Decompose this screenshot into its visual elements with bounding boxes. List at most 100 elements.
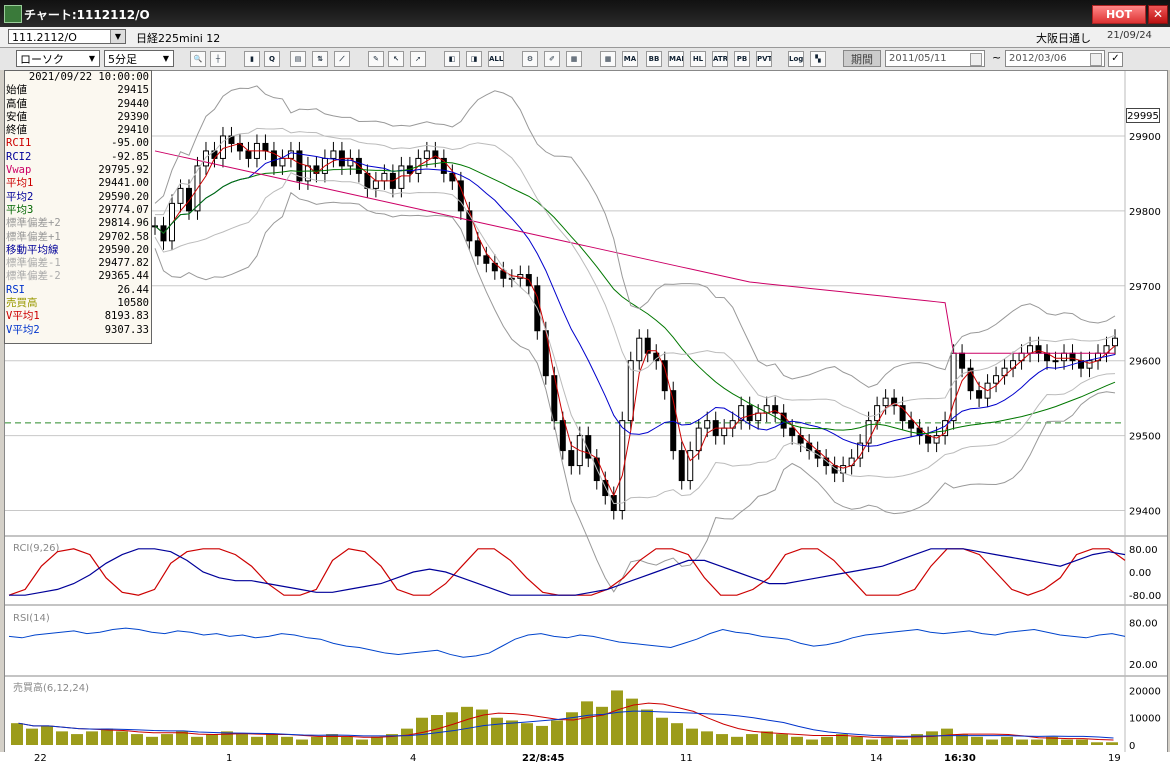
volume-bar (761, 731, 773, 745)
volume-bar (371, 736, 383, 745)
calendar-icon[interactable] (970, 53, 982, 66)
bar-mid-icon[interactable]: ◨ (466, 51, 482, 67)
info-row: 移動平均線 29590.20 (5, 244, 151, 257)
calendar-icon[interactable] (1090, 53, 1102, 66)
info-row-value: 26.44 (117, 283, 149, 296)
period-button[interactable]: 期間 (843, 50, 881, 67)
date-from-field[interactable]: 2011/05/11 (885, 50, 985, 67)
info-row-label: V平均1 (6, 310, 40, 323)
exchange-label: 大阪日通し (1036, 32, 1091, 45)
volume-bar (581, 701, 593, 745)
log-icon[interactable]: Log (788, 51, 804, 67)
rci-fast-line (8, 548, 1126, 596)
x-axis-label: 16:30 (944, 753, 976, 764)
close-button[interactable]: ✕ (1148, 5, 1168, 24)
candle-body (185, 187, 192, 212)
info-row-value: 29441.00 (98, 177, 149, 190)
candle-body (729, 420, 736, 429)
pencil-icon[interactable]: ✎ (368, 51, 384, 67)
volume-bar (791, 736, 803, 745)
volume-bar (851, 736, 863, 745)
info-row-label: 平均3 (6, 203, 34, 216)
color-icon[interactable]: ▦ (566, 51, 582, 67)
rsi-tick-label: 20.00 (1129, 660, 1158, 671)
search-chart-icon[interactable]: Q (264, 51, 280, 67)
candle-body (704, 420, 711, 429)
info-row: RCI2 -92.85 (5, 151, 151, 164)
info-row-label: 始値 (6, 84, 27, 97)
info-row: V平均1 8193.83 (5, 310, 151, 323)
volume-bar (281, 736, 293, 745)
volume-bar (506, 720, 518, 745)
info-row-value: 9307.33 (104, 323, 149, 336)
pvt-icon[interactable]: PVT (756, 51, 772, 67)
ma-icon[interactable]: MA (622, 51, 638, 67)
cursor-icon[interactable]: ↖ (388, 51, 404, 67)
settings-icon[interactable]: ⚙ (522, 51, 538, 67)
candle-body (636, 337, 643, 362)
info-datetime: 2021/09/22 10:00:00 (28, 71, 149, 83)
chevron-down-icon[interactable]: ▼ (160, 52, 172, 65)
volume-label: 売買高(6,12,24) (13, 681, 89, 694)
info-row: 高値 29440 (5, 98, 151, 111)
volume-bar (266, 734, 278, 745)
date-to-field[interactable]: 2012/03/06 (1005, 50, 1105, 67)
symbol-select[interactable]: 111.2112/O ▼ (8, 29, 126, 44)
info-row-value: 10580 (117, 297, 149, 310)
info-row: 標準偏差+1 29702.58 (5, 231, 151, 244)
chart-icon[interactable]: ▤ (290, 51, 306, 67)
chart-type-select[interactable]: ローソク ▼ (16, 50, 100, 67)
x-axis-label: 11 (680, 753, 693, 764)
interval-select[interactable]: 5分足 ▼ (104, 50, 174, 67)
ruler-icon[interactable]: ⟋ (334, 51, 350, 67)
arrow-icon[interactable]: ➚ (410, 51, 426, 67)
info-row-value: -92.85 (111, 150, 149, 163)
info-row: 始値 29415 (5, 84, 151, 97)
volume-bar (746, 734, 758, 745)
pb-icon[interactable]: PB (734, 51, 750, 67)
volume-bar (206, 734, 218, 745)
info-row: 標準偏差-2 29365.44 (5, 270, 151, 283)
volume-bar (986, 739, 998, 745)
candle-body (372, 180, 379, 189)
period-checkbox[interactable]: ✓ (1108, 52, 1123, 67)
candle-body (483, 255, 490, 264)
mae-icon[interactable]: MAE (668, 51, 684, 67)
bar-left-icon[interactable]: ◧ (444, 51, 460, 67)
tool-icon[interactable]: ✐ (544, 51, 560, 67)
atr-icon[interactable]: ATR (712, 51, 728, 67)
all-icon[interactable]: ALL (488, 51, 504, 67)
updown-icon[interactable]: ⇅ (312, 51, 328, 67)
table-icon[interactable]: ▦ (600, 51, 616, 67)
candle-icon[interactable]: ▮ (244, 51, 260, 67)
price-tick-label: 29800 (1129, 207, 1161, 218)
app-icon (4, 5, 22, 23)
price-tick-label: 29500 (1129, 432, 1161, 443)
zoom-icon[interactable]: 🔍 (190, 51, 206, 67)
chevron-down-icon[interactable]: ▼ (110, 30, 125, 43)
split-icon[interactable]: ▚ (810, 51, 826, 67)
info-row-label: 安値 (6, 110, 27, 123)
chart-canvas[interactable]: 29900 29800 29700 29600 29500 29400 RCI(9,26) 8… (5, 71, 1167, 753)
volume-bar (356, 739, 368, 745)
x-axis-label: 22/8:45 (522, 753, 565, 764)
chart-area[interactable]: 29900 29800 29700 29600 29500 29400 RCI(9,26) 8… (4, 70, 1168, 754)
info-row-value: 29390 (117, 110, 149, 123)
candle-body (245, 150, 252, 159)
hl-icon[interactable]: HL (690, 51, 706, 67)
volume-bar (191, 736, 203, 745)
hot-button[interactable]: HOT (1092, 5, 1146, 24)
volume-bar (971, 736, 983, 745)
volume-bar (491, 717, 503, 745)
candle-body (279, 157, 286, 167)
info-row-label: 標準偏差+2 (6, 217, 61, 230)
chevron-down-icon[interactable]: ▼ (86, 52, 98, 65)
info-row: 売買高 10580 (5, 297, 151, 310)
price-tick-label: 29400 (1129, 507, 1161, 518)
crosshair-icon[interactable]: ┼ (210, 51, 226, 67)
price-tick-label: 29700 (1129, 282, 1161, 293)
volume-bar (641, 709, 653, 745)
info-rows: 始値 29415 高値 29440 安値 29390 終値 29410 RCI1 -95.00 RC… (5, 84, 151, 337)
volume-bar (806, 739, 818, 745)
bb-icon[interactable]: BB (646, 51, 662, 67)
